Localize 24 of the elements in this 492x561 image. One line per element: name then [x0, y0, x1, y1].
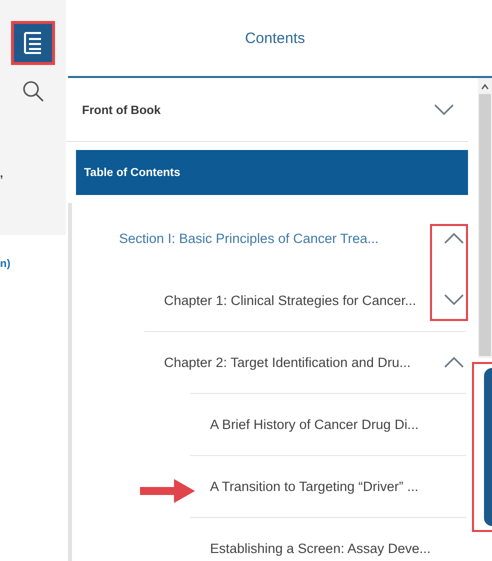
front-of-book-row[interactable]: Front of Book — [66, 78, 468, 142]
scrollbar-thumb[interactable] — [479, 94, 492, 356]
chapter-link[interactable]: Chapter 2: Target Identification and Dru... — [164, 354, 444, 370]
chevron-down-icon[interactable] — [434, 104, 454, 116]
subsection-link[interactable]: A Brief History of Cancer Drug Di... — [210, 416, 464, 432]
search-button[interactable] — [20, 78, 46, 104]
scroll-up-icon[interactable] — [481, 84, 490, 90]
cut-off-text: , — [0, 168, 4, 180]
annotation-arrow — [140, 478, 196, 504]
search-icon — [22, 80, 44, 102]
panel-title: Contents — [244, 30, 306, 46]
cut-off-text: n) — [0, 258, 10, 270]
chapter-link[interactable]: Chapter 1: Clinical Strategies for Cancer... — [164, 292, 444, 308]
chevron-down-icon[interactable] — [444, 294, 464, 306]
table-of-contents-tab[interactable]: Table of Contents — [76, 150, 468, 195]
subsection-link[interactable]: Establishing a Screen: Assay Deve... — [210, 540, 464, 556]
list-icon — [22, 31, 44, 55]
chevron-up-icon[interactable] — [444, 356, 464, 368]
contents-menu-button[interactable] — [14, 24, 52, 62]
scrollbar[interactable] — [478, 78, 492, 358]
subsection-link[interactable]: A Transition to Targeting “Driver” ... — [210, 478, 464, 494]
chevron-up-icon[interactable] — [444, 232, 464, 244]
front-of-book-label: Front of Book — [82, 102, 161, 116]
section-link[interactable]: Section I: Basic Principles of Cancer Trea... — [119, 230, 444, 246]
